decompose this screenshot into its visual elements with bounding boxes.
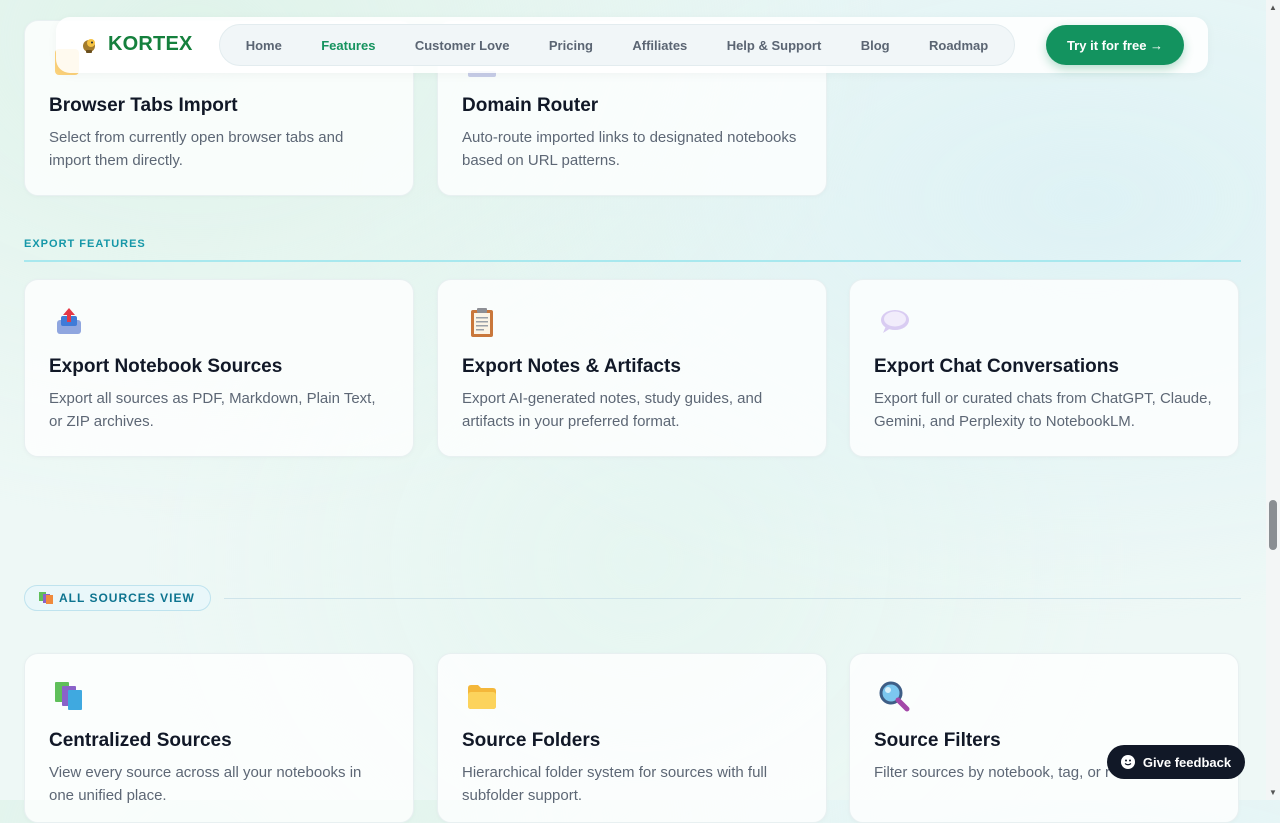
books-icon [55,682,82,710]
card-title: Domain Router [462,95,599,116]
nav-link-blog[interactable]: Blog [861,38,890,53]
nav-link-features[interactable]: Features [321,38,375,53]
nav-link-home[interactable]: Home [246,38,282,53]
card-description: Hierarchical folder system for sources w… [462,764,768,804]
nav-link-pricing[interactable]: Pricing [549,38,593,53]
brand-name: KORTEX [108,33,193,55]
give-feedback-label: Give feedback [1142,754,1232,770]
clipboard-icon [471,308,493,337]
section-divider [24,260,1241,262]
card-description: Export full or curated chats from ChatGP… [874,390,1212,430]
section-divider [224,598,1241,599]
books-icon [39,592,53,604]
brand-logo[interactable]: KORTEX [80,33,193,56]
folder-icon [468,685,496,709]
card-description: Auto-route imported links to designated … [462,129,797,169]
card-title: Browser Tabs Import [49,95,238,116]
section-label-export: EXPORT FEATURES [24,238,146,250]
card-title: Source Filters [874,730,1001,751]
give-feedback-button[interactable]: Give feedback [1107,745,1245,779]
card-title: Centralized Sources [49,730,232,751]
card-title: Export Notes & Artifacts [462,356,681,377]
magnifier-icon [879,681,910,712]
card-description: View every source across all your notebo… [49,764,362,804]
card-description: Export AI-generated notes, study guides,… [462,390,763,430]
nav-link-customer-love[interactable]: Customer Love [415,38,510,53]
feature-card-centralized-sources: Centralized Sources View every source ac… [24,653,414,823]
scrollbar-thumb[interactable] [1269,500,1277,550]
try-free-button[interactable]: Try it for free → [1046,25,1184,65]
feature-card-source-folders: Source Folders Hierarchical folder syste… [437,653,827,823]
nav-menu: Home Features Customer Love Pricing Affi… [219,24,1015,66]
section-pill-all-sources: ALL SOURCES VIEW [24,585,211,611]
feature-card-export-chat-conversations: Export Chat Conversations Export full or… [849,279,1239,457]
card-description: Export all sources as PDF, Markdown, Pla… [49,390,376,430]
smiley-icon [1120,755,1135,769]
top-navbar: KORTEX Home Features Customer Love Prici… [56,17,1208,73]
scroll-up-icon[interactable]: ▲ [1269,3,1277,12]
card-title: Export Chat Conversations [874,356,1119,377]
feature-card-export-notebook-sources: Export Notebook Sources Export all sourc… [24,279,414,457]
feature-card-source-filters: Source Filters Filter sources by noteboo… [849,653,1239,823]
scroll-down-icon[interactable]: ▼ [1269,788,1277,797]
outbox-tray-icon [57,308,81,334]
mascot-logo-icon [83,38,95,53]
card-description: Select from currently open browser tabs … [49,129,344,169]
nav-link-roadmap[interactable]: Roadmap [929,38,988,53]
card-title: Export Notebook Sources [49,356,283,377]
speech-bubble-icon [881,310,909,333]
section-label-all-sources: ALL SOURCES VIEW [59,591,195,605]
nav-link-help-support[interactable]: Help & Support [727,38,822,53]
feature-card-export-notes-artifacts: Export Notes & Artifacts Export AI-gener… [437,279,827,457]
page-scrollbar[interactable]: ▲ ▼ [1266,0,1280,800]
card-title: Source Folders [462,730,601,751]
nav-link-affiliates[interactable]: Affiliates [632,38,687,53]
page: Browser Tabs Import Select from currentl… [0,0,1266,823]
